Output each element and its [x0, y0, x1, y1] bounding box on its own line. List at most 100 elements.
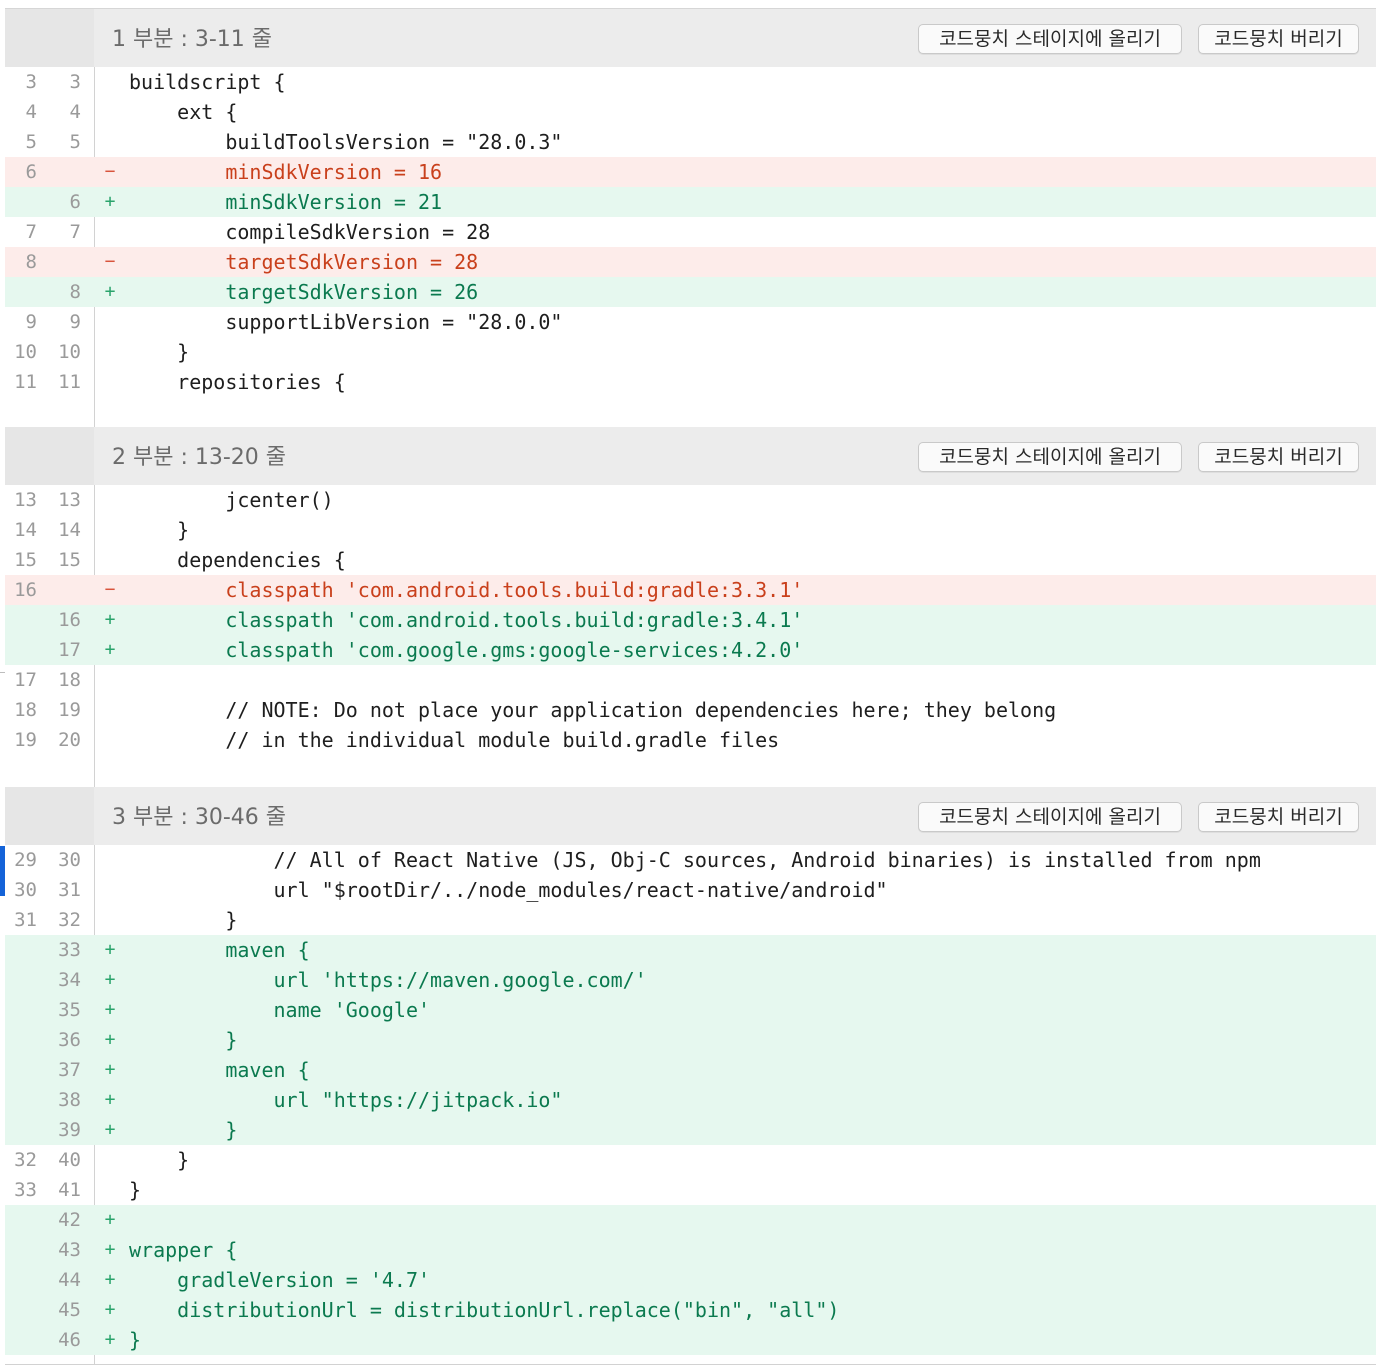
old-line-number: 4: [25, 101, 37, 123]
diff-line[interactable]: 33 + maven {: [5, 935, 1376, 965]
deleted-marker: −: [104, 161, 116, 182]
diff-line[interactable]: 35 + name 'Google': [5, 995, 1376, 1025]
diff-line[interactable]: 18 19 // NOTE: Do not place your applicat…: [5, 695, 1376, 725]
discard-hunk-button[interactable]: 코드뭉치 버리기: [1198, 24, 1359, 54]
discard-hunk-button[interactable]: 코드뭉치 버리기: [1198, 802, 1359, 832]
code-text: maven {: [129, 1058, 310, 1082]
new-line-number: 33: [58, 939, 81, 961]
diff-line[interactable]: 15 15 dependencies {: [5, 545, 1376, 575]
added-marker: +: [104, 1239, 116, 1260]
code-text: }: [129, 340, 190, 364]
code-text: compileSdkVersion = 28: [129, 220, 491, 244]
diff-line[interactable]: 14 14 }: [5, 515, 1376, 545]
diff-line[interactable]: 45 + distributionUrl = distributionUrl.re…: [5, 1295, 1376, 1325]
old-line-number: 5: [25, 131, 37, 153]
hunk-header-gutter: [5, 9, 94, 67]
diff-line[interactable]: 11 11 repositories {: [5, 367, 1376, 397]
diff-line[interactable]: 38 + url "https://jitpack.io": [5, 1085, 1376, 1115]
discard-hunk-button[interactable]: 코드뭉치 버리기: [1198, 442, 1359, 472]
code-text: repositories {: [129, 370, 346, 394]
code-text: gradleVersion = '4.7': [129, 1268, 431, 1292]
diff-line[interactable]: 37 + maven {: [5, 1055, 1376, 1085]
new-line-number: 36: [58, 1029, 81, 1051]
diff-line[interactable]: 9 9 supportLibVersion = "28.0.0": [5, 307, 1376, 337]
diff-line[interactable]: 39 + }: [5, 1115, 1376, 1145]
old-line-number: 17: [14, 669, 37, 691]
code-text: // All of React Native (JS, Obj-C source…: [129, 848, 1261, 872]
new-line-number: 42: [58, 1209, 81, 1231]
diff-line[interactable]: 17 18: [5, 665, 1376, 695]
code-text: targetSdkVersion = 26: [129, 280, 479, 304]
diff-line[interactable]: 43 + wrapper {: [5, 1235, 1376, 1265]
stage-hunk-button[interactable]: 코드뭉치 스테이지에 올리기: [918, 442, 1182, 472]
added-marker: +: [104, 1089, 116, 1110]
diff-line[interactable]: 32 40 }: [5, 1145, 1376, 1175]
diff-line[interactable]: 10 10 }: [5, 337, 1376, 367]
new-line-number: 10: [58, 341, 81, 363]
diff-view: 1 부분 : 3-11 줄 코드뭉치 스테이지에 올리기 코드뭉치 버리기 3 3 bui…: [5, 0, 1376, 1366]
code-text: }: [129, 1328, 142, 1352]
code-text: }: [129, 1118, 238, 1142]
diff-line[interactable]: 5 5 buildToolsVersion = "28.0.3": [5, 127, 1376, 157]
code-text: maven {: [129, 938, 310, 962]
code-text: url 'https://maven.google.com/': [129, 968, 647, 992]
code-text: minSdkVersion = 16: [129, 160, 443, 184]
diff-line[interactable]: 8 + targetSdkVersion = 26: [5, 277, 1376, 307]
stage-hunk-button[interactable]: 코드뭉치 스테이지에 올리기: [918, 24, 1182, 54]
diff-line[interactable]: 42 +: [5, 1205, 1376, 1235]
old-line-number: 14: [14, 519, 37, 541]
added-marker: +: [104, 609, 116, 630]
diff-line[interactable]: 7 7 compileSdkVersion = 28: [5, 217, 1376, 247]
new-line-number: 14: [58, 519, 81, 541]
diff-line[interactable]: 36 + }: [5, 1025, 1376, 1055]
diff-line[interactable]: 30 31 url "$rootDir/../node_modules/react…: [5, 875, 1376, 905]
stage-hunk-button[interactable]: 코드뭉치 스테이지에 올리기: [918, 802, 1182, 832]
code-text: }: [129, 1148, 190, 1172]
new-line-number: 9: [69, 311, 81, 333]
diff-line[interactable]: 34 + url 'https://maven.google.com/': [5, 965, 1376, 995]
code-text: name 'Google': [129, 998, 431, 1022]
diff-line[interactable]: 19 20 // in the individual module build.g…: [5, 725, 1376, 755]
new-line-number: 15: [58, 549, 81, 571]
diff-line[interactable]: 29 30 // All of React Native (JS, Obj-C s…: [5, 845, 1376, 875]
added-marker: +: [104, 939, 116, 960]
old-line-number: 15: [14, 549, 37, 571]
added-marker: +: [104, 969, 116, 990]
new-line-number: 18: [58, 669, 81, 691]
diff-line[interactable]: 16 + classpath 'com.android.tools.build:g…: [5, 605, 1376, 635]
code-text: // NOTE: Do not place your application d…: [129, 698, 1057, 722]
diff-line[interactable]: 8 − targetSdkVersion = 28: [5, 247, 1376, 277]
new-line-number: 16: [58, 609, 81, 631]
diff-line[interactable]: 6 − minSdkVersion = 16: [5, 157, 1376, 187]
code-text: supportLibVersion = "28.0.0": [129, 310, 563, 334]
new-line-number: 39: [58, 1119, 81, 1141]
new-line-number: 32: [58, 909, 81, 931]
old-line-number: 8: [25, 251, 37, 273]
new-line-number: 35: [58, 999, 81, 1021]
diff-line[interactable]: 44 + gradleVersion = '4.7': [5, 1265, 1376, 1295]
new-line-number: 6: [69, 191, 81, 213]
diff-line[interactable]: 33 41}: [5, 1175, 1376, 1205]
added-marker: +: [104, 1269, 116, 1290]
diff-line[interactable]: 46 +}: [5, 1325, 1376, 1355]
diff-line[interactable]: 4 4 ext {: [5, 97, 1376, 127]
diff-line[interactable]: 16 − classpath 'com.android.tools.build:g…: [5, 575, 1376, 605]
code-text: // in the individual module build.gradle…: [129, 728, 780, 752]
diff-line[interactable]: 13 13 jcenter(): [5, 485, 1376, 515]
new-line-number: 17: [58, 639, 81, 661]
new-line-number: 11: [58, 371, 81, 393]
diff-line[interactable]: 6 + minSdkVersion = 21: [5, 187, 1376, 217]
old-line-number: 9: [25, 311, 37, 333]
new-line-number: 4: [69, 101, 81, 123]
diff-line[interactable]: 17 + classpath 'com.google.gms:google-ser…: [5, 635, 1376, 665]
new-line-number: 31: [58, 879, 81, 901]
diff-line[interactable]: 3 3 buildscript {: [5, 67, 1376, 97]
code-text: }: [129, 1028, 238, 1052]
added-marker: +: [104, 1059, 116, 1080]
diff-line[interactable]: 31 32 }: [5, 905, 1376, 935]
old-line-number: 16: [14, 579, 37, 601]
hunk-title: 2 부분 : 13-20 줄: [112, 445, 287, 470]
new-line-number: 45: [58, 1299, 81, 1321]
code-text: }: [129, 1178, 142, 1202]
added-marker: +: [104, 1209, 116, 1230]
